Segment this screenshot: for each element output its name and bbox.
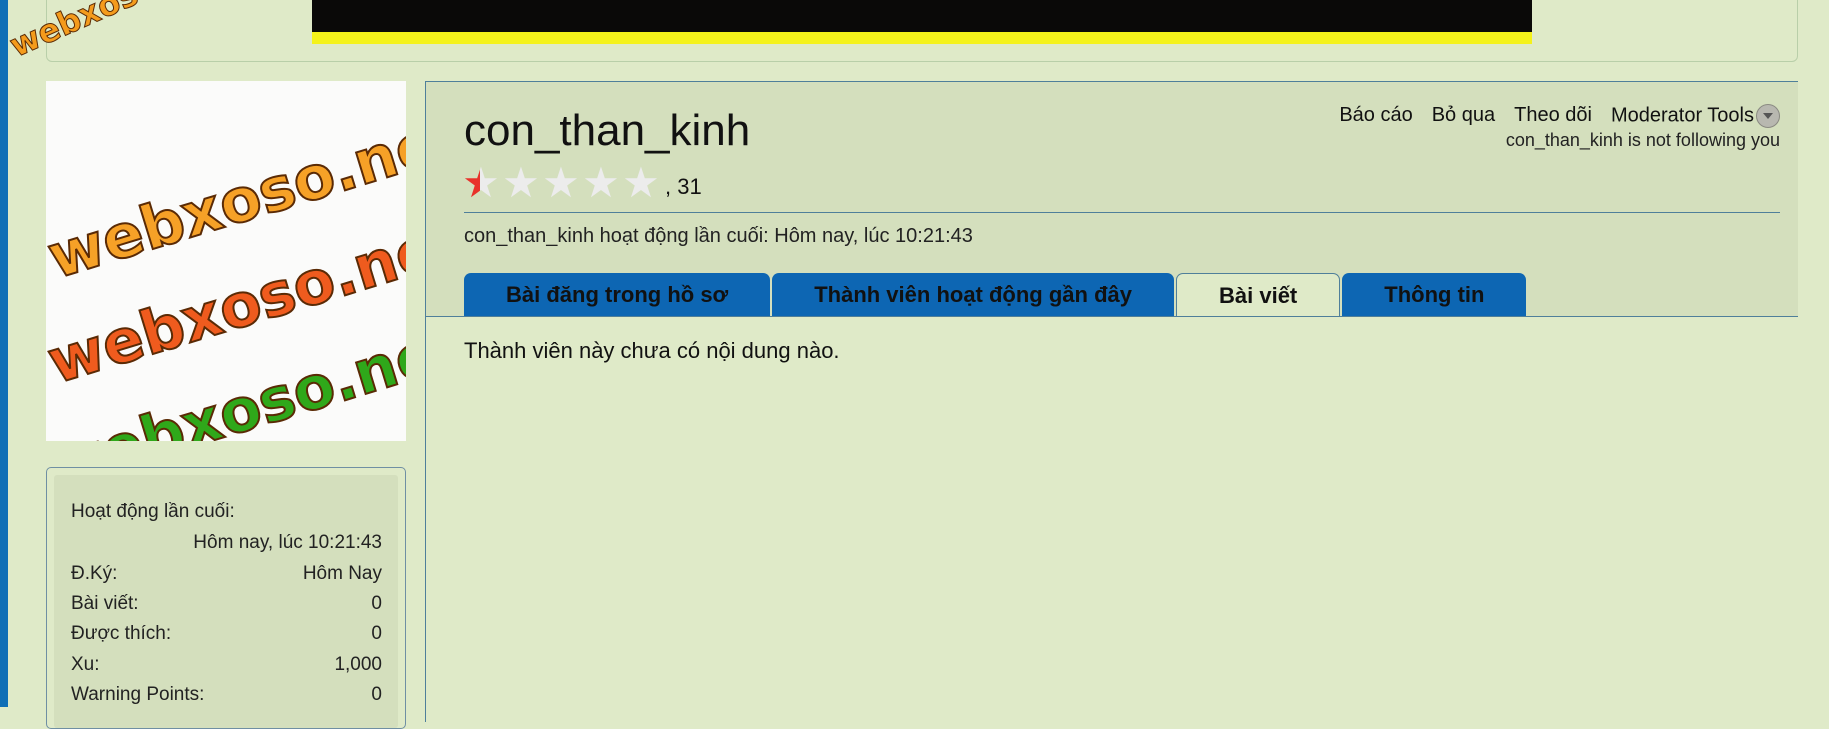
follow-link[interactable]: Theo dõi bbox=[1514, 104, 1592, 128]
tabs-baseline bbox=[426, 316, 1798, 317]
chevron-down-icon[interactable] bbox=[1756, 104, 1780, 128]
info-last-active-label: Hoạt động lần cuối: bbox=[71, 501, 235, 522]
info-label: Warning Points: bbox=[71, 684, 205, 705]
star-icon: ★ bbox=[462, 159, 500, 206]
info-value: 0 bbox=[371, 684, 382, 705]
info-value: Hôm Nay bbox=[302, 563, 382, 584]
profile-header: con_than_kinh ★ ★ ★ ★ ★ , 31 Báo cáo Bỏ … bbox=[426, 82, 1798, 317]
info-row-likes: Được thích: 0 bbox=[71, 623, 382, 645]
left-accent-bar bbox=[0, 0, 8, 707]
banner-stripe bbox=[312, 32, 1532, 44]
rating-stars: ★ ★ ★ ★ ★ , 31 bbox=[461, 162, 702, 204]
follow-status: con_than_kinh is not following you bbox=[1505, 130, 1780, 150]
header-banner[interactable] bbox=[312, 0, 1532, 32]
info-row-coins: Xu: 1,000 bbox=[71, 654, 382, 676]
info-label: Bài viết: bbox=[71, 593, 139, 614]
avatar: webxoso.net webxoso.net webxoso.net bbox=[46, 81, 406, 441]
star-icon: ★ bbox=[542, 159, 580, 206]
tab-recent-activity[interactable]: Thành viên hoạt động gần đây bbox=[772, 273, 1174, 316]
tab-information[interactable]: Thông tin bbox=[1342, 273, 1527, 316]
info-row-posts: Bài viết: 0 bbox=[71, 593, 382, 615]
tab-postings[interactable]: Bài viết bbox=[1176, 273, 1341, 317]
profile-actions: Báo cáo Bỏ qua Theo dõi Moderator Tools bbox=[1339, 104, 1780, 128]
profile-tabs: Bài đăng trong hồ sơ Thành viên hoạt độn… bbox=[464, 273, 1528, 317]
info-label: Xu: bbox=[71, 654, 100, 675]
profile-panel: con_than_kinh ★ ★ ★ ★ ★ , 31 Báo cáo Bỏ … bbox=[425, 81, 1798, 722]
info-value: 0 bbox=[371, 623, 382, 644]
header-divider bbox=[464, 212, 1780, 213]
report-link[interactable]: Báo cáo bbox=[1339, 104, 1412, 128]
info-value: 1,000 bbox=[334, 654, 382, 675]
points-count: , 31 bbox=[665, 174, 702, 199]
last-active-text: con_than_kinh hoạt động lần cuối: Hôm na… bbox=[464, 225, 973, 247]
ignore-link[interactable]: Bỏ qua bbox=[1432, 104, 1495, 128]
info-label: Được thích: bbox=[71, 623, 172, 644]
star-icon: ★ bbox=[582, 159, 620, 206]
info-last-active-value-row: Hôm nay, lúc 10:21:43 bbox=[71, 532, 382, 554]
member-info-inner: Hoạt động lần cuối: Hôm nay, lúc 10:21:4… bbox=[54, 475, 398, 728]
star-icon: ★ bbox=[622, 159, 660, 206]
info-label: Đ.Ký: bbox=[71, 563, 118, 584]
info-last-active-label-row: Hoạt động lần cuối: bbox=[71, 501, 382, 523]
empty-content-message: Thành viên này chưa có nội dung nào. bbox=[464, 338, 840, 363]
info-row-registered: Đ.Ký: Hôm Nay bbox=[71, 563, 382, 585]
star-icon: ★ bbox=[502, 159, 540, 206]
moderator-tools-menu[interactable]: Moderator Tools bbox=[1611, 104, 1780, 128]
tab-profile-posts[interactable]: Bài đăng trong hồ sơ bbox=[464, 273, 771, 316]
profile-username: con_than_kinh bbox=[464, 106, 751, 155]
member-info-box: Hoạt động lần cuối: Hôm nay, lúc 10:21:4… bbox=[46, 467, 406, 729]
info-value: 0 bbox=[371, 593, 382, 614]
info-row-warning-points: Warning Points: 0 bbox=[71, 684, 382, 706]
info-last-active-value: Hôm nay, lúc 10:21:43 bbox=[193, 532, 382, 553]
moderator-tools-label: Moderator Tools bbox=[1610, 104, 1754, 127]
